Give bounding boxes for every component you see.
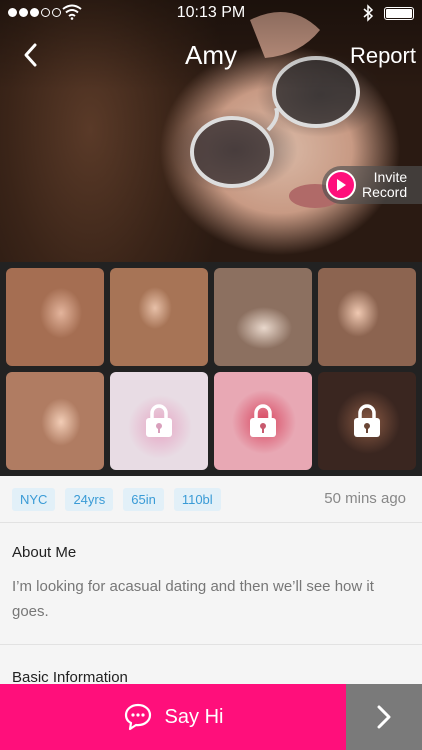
photo-thumb[interactable] bbox=[318, 268, 416, 366]
invite-label-line2: Record bbox=[362, 184, 408, 200]
chevron-right-icon bbox=[377, 705, 391, 729]
photo-thumb[interactable] bbox=[214, 268, 312, 366]
profile-info: NYC 24yrs 65in 110bl 50 mins ago About M… bbox=[0, 476, 422, 686]
divider bbox=[0, 522, 422, 523]
tag-age: 24yrs bbox=[65, 488, 114, 511]
tag-location: NYC bbox=[12, 488, 56, 511]
lock-icon bbox=[146, 404, 172, 437]
invite-record-button[interactable]: Invite Record bbox=[322, 166, 422, 204]
about-me-text: I’m looking for acasual dating and then … bbox=[12, 578, 374, 620]
photo-thumb-locked[interactable] bbox=[318, 372, 416, 470]
invite-record-label: Invite Record bbox=[362, 170, 407, 200]
divider bbox=[0, 644, 422, 645]
status-bar: 10:13 PM bbox=[0, 0, 422, 26]
last-active-time: 50 mins ago bbox=[324, 490, 406, 507]
profile-tags: NYC 24yrs 65in 110bl bbox=[12, 488, 221, 511]
about-me-heading: About Me bbox=[12, 544, 77, 561]
tag-height: 65in bbox=[123, 488, 164, 511]
status-time: 10:13 PM bbox=[176, 4, 246, 21]
tag-weight: 110bl bbox=[173, 488, 221, 511]
chat-bubble-icon bbox=[124, 703, 151, 731]
play-icon bbox=[326, 170, 356, 200]
say-hi-button[interactable]: Say Hi bbox=[0, 684, 346, 750]
next-profile-button[interactable] bbox=[346, 684, 422, 750]
photo-thumb[interactable] bbox=[110, 268, 208, 366]
profile-screen: 10:13 PM Amy Report Invite Record NYC 24… bbox=[0, 0, 422, 750]
invite-label-line1: Invite bbox=[373, 169, 408, 185]
photo-thumb[interactable] bbox=[6, 268, 104, 366]
photo-thumb-locked[interactable] bbox=[214, 372, 312, 470]
photo-thumb[interactable] bbox=[6, 372, 104, 470]
say-hi-label: Say Hi bbox=[164, 705, 224, 728]
photo-thumb-locked[interactable] bbox=[110, 372, 208, 470]
lock-icon bbox=[354, 404, 380, 437]
lock-icon bbox=[250, 404, 276, 437]
bluetooth-icon bbox=[363, 4, 374, 22]
report-button[interactable]: Report bbox=[350, 43, 416, 69]
battery-icon bbox=[384, 7, 414, 20]
photo-grid bbox=[0, 262, 422, 476]
